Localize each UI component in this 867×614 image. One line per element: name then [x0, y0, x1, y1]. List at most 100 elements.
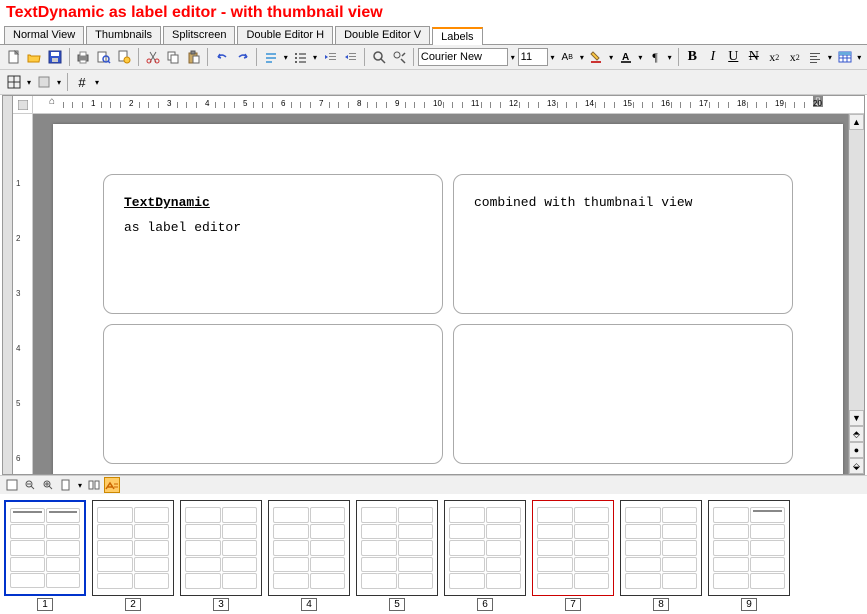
label-2-body: combined with thumbnail view [474, 195, 772, 210]
view-labels-icon[interactable] [104, 477, 120, 493]
align-button[interactable] [806, 47, 826, 67]
label-cell-2[interactable]: combined with thumbnail view [453, 174, 793, 314]
thumbnail-strip: 123456789 [0, 494, 867, 613]
font-name-dropdown[interactable]: ▾ [509, 53, 517, 62]
underline-button[interactable]: U [724, 47, 744, 67]
bold-button[interactable]: B [683, 47, 703, 67]
shading-button[interactable] [34, 72, 54, 92]
vertical-scrollbar[interactable]: ▲ ▼ ⬘ ● ⬙ [848, 114, 864, 474]
browse-object-icon[interactable]: ● [849, 442, 864, 458]
italic-button[interactable]: I [703, 47, 723, 67]
ruler-corner [13, 96, 33, 113]
label-cell-3[interactable] [103, 324, 443, 464]
paragraph-dropdown[interactable]: ▾ [666, 53, 674, 62]
zoom-out-icon[interactable] [22, 477, 38, 493]
zoom-in-icon[interactable] [40, 477, 56, 493]
paragraph-mark-button[interactable]: ¶ [645, 47, 665, 67]
view-page-icon[interactable] [58, 477, 74, 493]
secondary-toolbar: ▾ ▾ # ▾ [0, 70, 867, 95]
redo-button[interactable] [233, 47, 253, 67]
list-dropdown[interactable]: ▾ [311, 53, 319, 62]
save-button[interactable] [45, 47, 65, 67]
replace-button[interactable] [389, 47, 409, 67]
anchor-button[interactable]: # [72, 72, 92, 92]
vertical-ruler[interactable]: 123456 [13, 114, 33, 474]
highlight-dropdown[interactable]: ▾ [637, 53, 645, 62]
page-setup-button[interactable] [114, 47, 134, 67]
view-multi-icon[interactable] [86, 477, 102, 493]
tab-splitscreen[interactable]: Splitscreen [163, 26, 235, 44]
view-page-dropdown[interactable]: ▾ [76, 481, 84, 490]
highlight-button[interactable]: A [616, 47, 636, 67]
shading-dropdown[interactable]: ▾ [55, 78, 63, 87]
thumbnail-page-2[interactable] [92, 500, 174, 596]
scroll-up-icon[interactable]: ▲ [849, 114, 864, 130]
tab-double-editor-h[interactable]: Double Editor H [237, 26, 333, 44]
page-up-icon[interactable]: ⬘ [849, 426, 864, 442]
style-button[interactable] [261, 47, 281, 67]
table-button[interactable] [835, 47, 855, 67]
app-title: TextDynamic as label editor - with thumb… [0, 0, 867, 26]
new-button[interactable] [4, 47, 24, 67]
font-color-dropdown[interactable]: ▾ [607, 53, 615, 62]
tab-thumbnails[interactable]: Thumbnails [86, 26, 161, 44]
borders-dropdown[interactable]: ▾ [25, 78, 33, 87]
font-size-select[interactable] [518, 48, 548, 66]
borders-button[interactable] [4, 72, 24, 92]
undo-button[interactable] [212, 47, 232, 67]
font-name-select[interactable] [418, 48, 508, 66]
grow-font-dropdown[interactable]: ▾ [578, 53, 586, 62]
find-button[interactable] [369, 47, 389, 67]
tab-normal-view[interactable]: Normal View [4, 26, 84, 44]
left-gutter [3, 96, 13, 474]
paste-button[interactable] [184, 47, 204, 67]
label-page: TextDynamic as label editor combined wit… [53, 124, 843, 474]
thumbnail-page-4[interactable] [268, 500, 350, 596]
view-normal-icon[interactable] [4, 477, 20, 493]
thumbnail-page-8[interactable] [620, 500, 702, 596]
scroll-down-icon[interactable]: ▼ [849, 410, 864, 426]
preview-button[interactable] [94, 47, 114, 67]
cut-button[interactable] [143, 47, 163, 67]
strike-button[interactable]: N [744, 47, 764, 67]
thumbnail-page-7[interactable] [532, 500, 614, 596]
tab-double-editor-v[interactable]: Double Editor V [335, 26, 430, 44]
anchor-dropdown[interactable]: ▾ [93, 78, 101, 87]
horizontal-ruler[interactable]: ⌂ ▯ 1234567891011121314151617181920 [33, 96, 864, 114]
grow-font-button[interactable]: AB [557, 47, 577, 67]
main-toolbar: ▾ ▾ ▾ ▾ AB ▾ ▾ A ▾ ¶ ▾ B I U N x2 x2 ▾ ▾ [0, 45, 867, 70]
align-dropdown[interactable]: ▾ [826, 53, 834, 62]
open-button[interactable] [25, 47, 45, 67]
thumbnail-page-5[interactable] [356, 500, 438, 596]
thumbnail-page-3[interactable] [180, 500, 262, 596]
view-tabs: Normal ViewThumbnailsSplitscreenDouble E… [0, 26, 867, 45]
label-cell-4[interactable] [453, 324, 793, 464]
thumbnail-page-1[interactable] [4, 500, 86, 596]
superscript-button[interactable]: x2 [765, 47, 785, 67]
scrollbar-track[interactable] [849, 130, 864, 410]
print-button[interactable] [73, 47, 93, 67]
label-cell-1[interactable]: TextDynamic as label editor [103, 174, 443, 314]
thumbnail-number: 9 [741, 598, 757, 611]
thumbnail-number: 3 [213, 598, 229, 611]
page-viewport[interactable]: TextDynamic as label editor combined wit… [33, 114, 848, 474]
status-bar: ▾ [0, 475, 867, 494]
subscript-button[interactable]: x2 [785, 47, 805, 67]
thumbnail-page-6[interactable] [444, 500, 526, 596]
tab-labels[interactable]: Labels [432, 27, 482, 45]
font-color-button[interactable] [587, 47, 607, 67]
editor-area: ⌂ ▯ 1234567891011121314151617181920 1234… [2, 95, 865, 475]
outdent-button[interactable] [320, 47, 340, 67]
style-dropdown[interactable]: ▾ [282, 53, 290, 62]
page-down-icon[interactable]: ⬙ [849, 458, 864, 474]
thumbnail-number: 6 [477, 598, 493, 611]
label-1-title: TextDynamic [124, 195, 422, 210]
copy-button[interactable] [163, 47, 183, 67]
indent-button[interactable] [340, 47, 360, 67]
thumbnail-number: 4 [301, 598, 317, 611]
table-dropdown[interactable]: ▾ [855, 53, 863, 62]
list-button[interactable] [291, 47, 311, 67]
thumbnail-number: 5 [389, 598, 405, 611]
thumbnail-page-9[interactable] [708, 500, 790, 596]
font-size-dropdown[interactable]: ▾ [549, 53, 557, 62]
